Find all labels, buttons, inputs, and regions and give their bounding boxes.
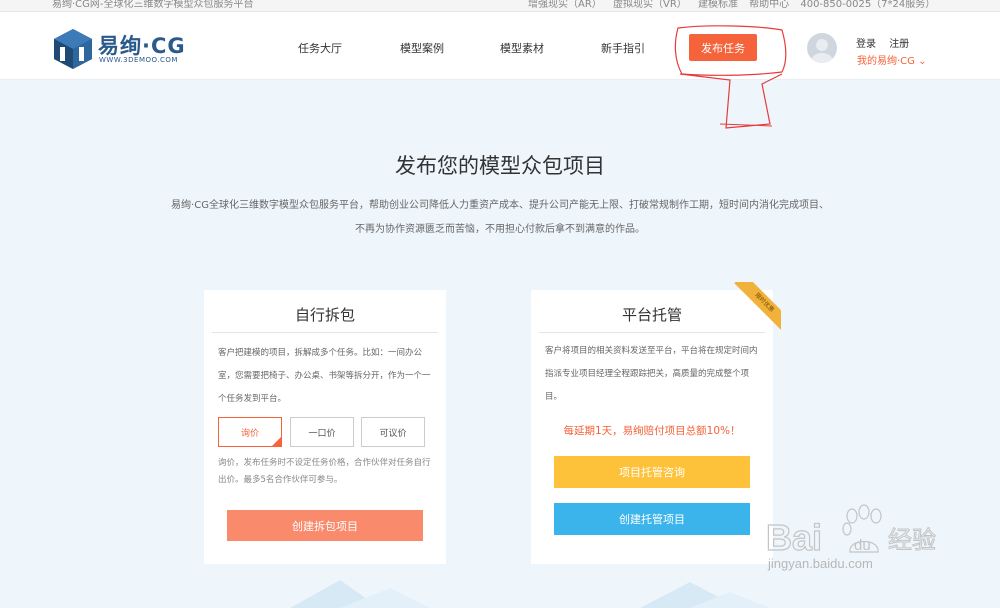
my-account-menu[interactable]: 我的易绚·CG ⌄ [857, 52, 927, 67]
svg-text:经验: 经验 [888, 526, 936, 554]
hosting-consult-button[interactable]: 项目托管咨询 [554, 456, 750, 488]
svg-text:du: du [854, 537, 871, 554]
top-link-standard[interactable]: 建模标准 [698, 0, 738, 10]
card-self-split: 自行拆包 客户把建模的项目，拆解成多个任务。比如：一间办公室，您需要把椅子、办公… [204, 290, 446, 564]
top-hotline: 400-850-0025（7*24服务） [800, 0, 936, 10]
user-silhouette-icon [811, 39, 833, 63]
nav-model-assets[interactable]: 模型素材 [500, 40, 544, 56]
baidu-paw-icon: Bai du 经验 [765, 504, 937, 559]
create-hosted-project-button[interactable]: 创建托管项目 [554, 503, 750, 535]
top-link-vr[interactable]: 虚拟现实（VR） [613, 0, 687, 10]
create-split-project-button[interactable]: 创建拆包项目 [227, 510, 423, 541]
price-note: 询价，发布任务时不设定任务价格，合作伙伴对任务自行出价。最多5名合作伙伴可参与。 [218, 458, 431, 485]
price-option-negotiable[interactable]: 可议价 [361, 417, 425, 447]
nav-model-cases[interactable]: 模型案例 [400, 40, 444, 56]
my-account-label: 我的易绚·CG [857, 56, 915, 67]
hero-description-line2: 不再为协作资源匮乏而苦恼，不用担心付款后拿不到满意的作品。 [355, 224, 645, 235]
svg-text:Bai: Bai [766, 517, 822, 558]
auth-links: 登录 注册 [856, 35, 919, 50]
card-platform-hosted: 限时优惠 平台托管 客户将项目的相关资料发送至平台，平台将在规定时间内指派专业项… [531, 282, 781, 564]
chevron-down-icon: ⌄ [918, 56, 927, 67]
nav-task-hall[interactable]: 任务大厅 [298, 40, 342, 56]
card-title: 自行拆包 [294, 306, 355, 324]
top-link-help[interactable]: 帮助中心 [749, 0, 789, 10]
site-slogan: 易绚·CG网-全球化三维数字模型众包服务平台 [52, 0, 254, 10]
card-description: 客户把建模的项目，拆解成多个任务。比如：一间办公室，您需要把椅子、办公桌、书架等… [218, 348, 431, 404]
hero-description-line1: 易绚·CG全球化三维数字模型众包服务平台，帮助创业公司降低人力重资产成本、提升公… [171, 200, 829, 211]
divider [212, 332, 438, 333]
watermark-url: jingyan.baidu.com [768, 556, 873, 571]
divider [539, 332, 765, 333]
top-links: 增强现实（AR） 虚拟现实（VR） 建模标准 帮助中心 400-850-0025… [528, 0, 943, 10]
page-title: 发布您的模型众包项目 [395, 154, 605, 178]
top-info-bar: 易绚·CG网-全球化三维数字模型众包服务平台 增强现实（AR） 虚拟现实（VR）… [0, 0, 1000, 12]
nav-beginner-guide[interactable]: 新手指引 [601, 40, 645, 56]
site-logo[interactable]: 易绚·CG WWW.3DEMOO.COM [53, 28, 193, 72]
main-header: 易绚·CG WWW.3DEMOO.COM 任务大厅 模型案例 模型素材 新手指引… [0, 12, 1000, 80]
price-option-inquiry[interactable]: 询价 [218, 417, 282, 447]
card-title: 平台托管 [621, 306, 682, 324]
avatar[interactable] [807, 33, 837, 63]
register-link[interactable]: 注册 [889, 39, 909, 50]
logo-url: WWW.3DEMOO.COM [99, 56, 178, 64]
price-option-fixed[interactable]: 一口价 [290, 417, 354, 447]
login-link[interactable]: 登录 [856, 39, 876, 50]
delay-compensation-note: 每延期1天，易绚赔付项目总额10%！ [563, 425, 741, 437]
cube-logo-icon [54, 29, 92, 69]
card-description: 客户将项目的相关资料发送至平台，平台将在规定时间内指派专业项目经理全程跟踪把关，… [545, 346, 758, 402]
publish-task-button[interactable]: 发布任务 [689, 34, 757, 61]
top-link-ar[interactable]: 增强现实（AR） [528, 0, 602, 10]
baidu-watermark: Bai du 经验 jingyan.baidu.com [760, 498, 960, 588]
